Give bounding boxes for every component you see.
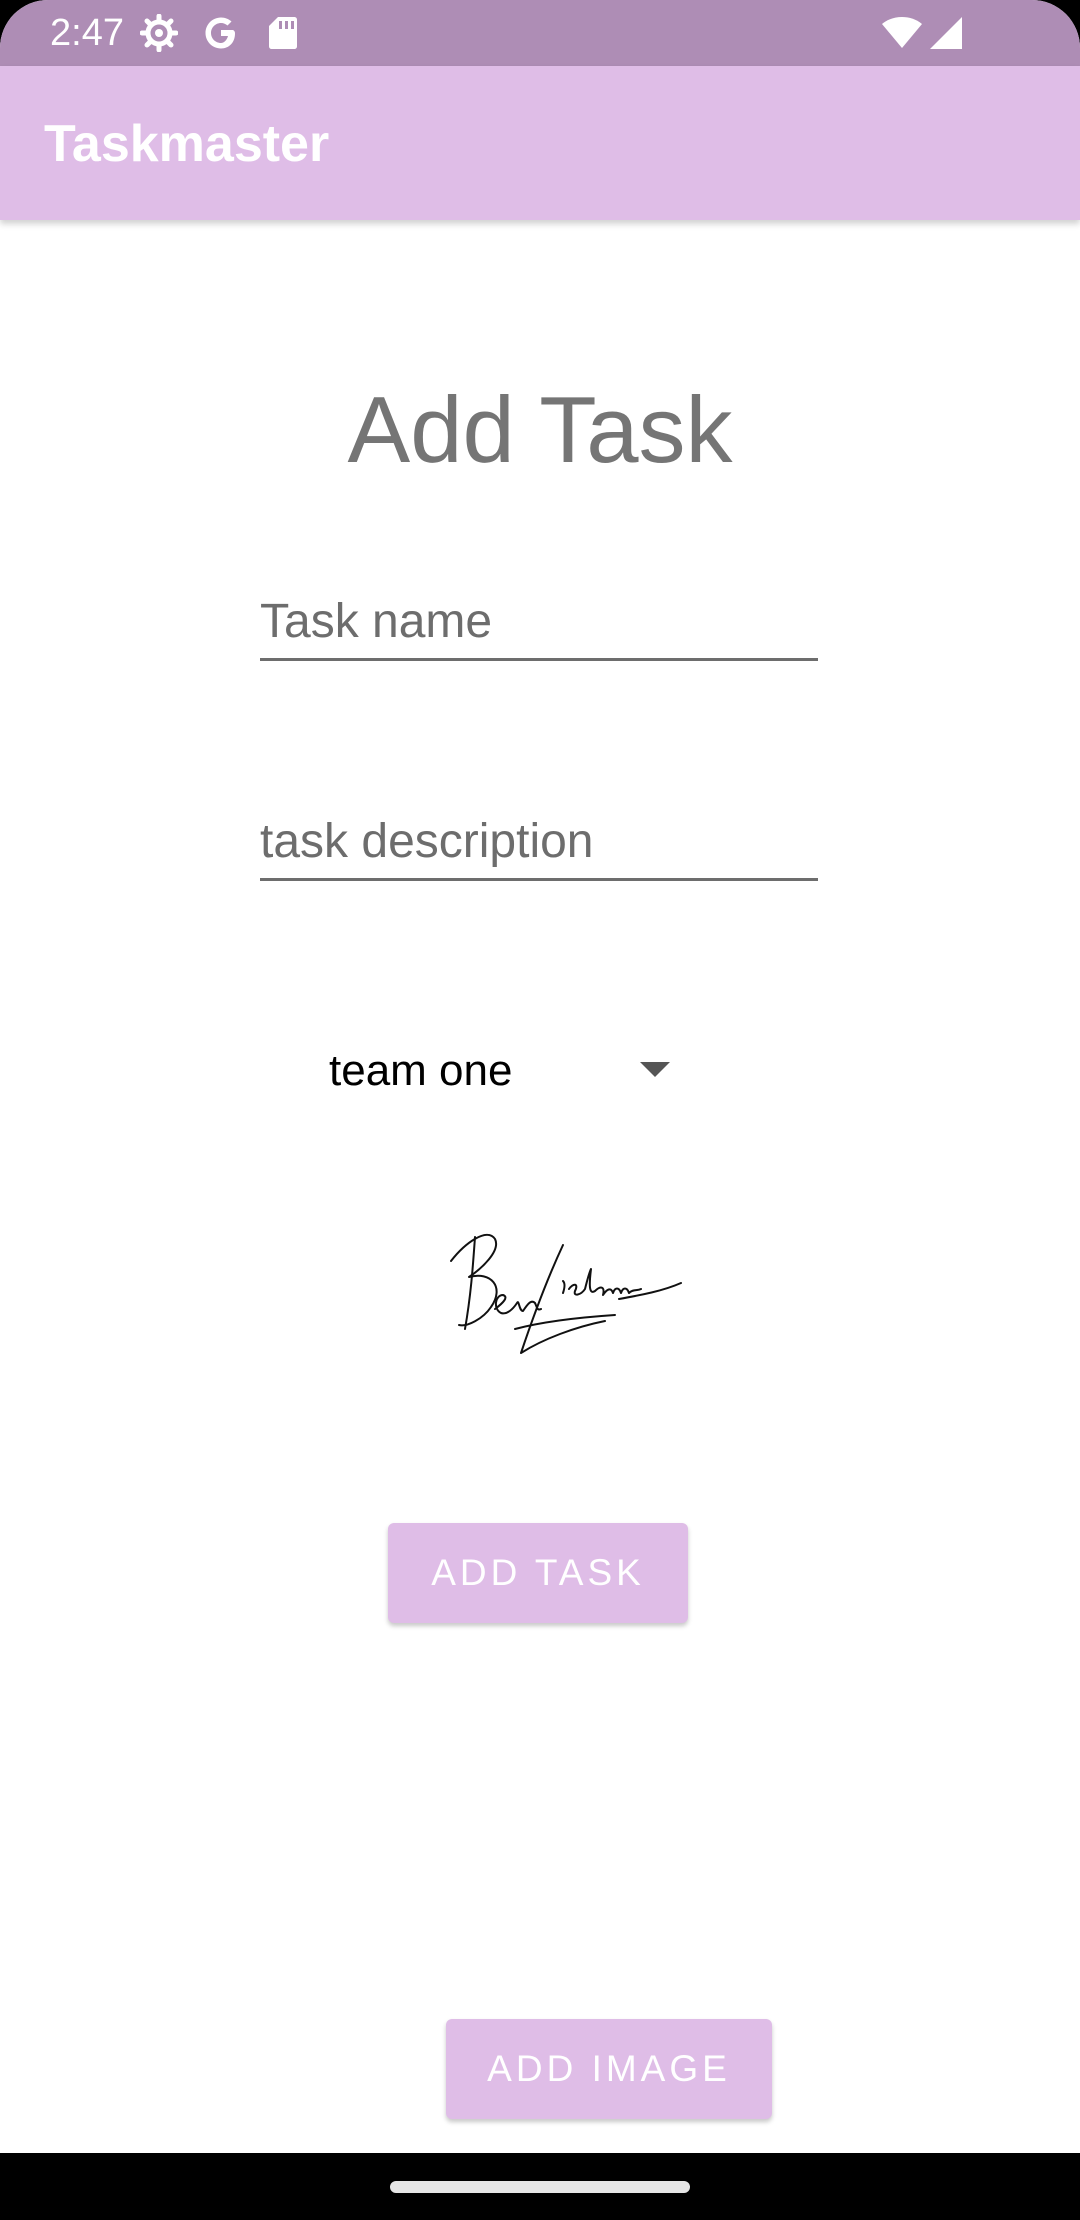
sd-card-icon xyxy=(264,14,302,52)
settings-gear-icon xyxy=(139,13,179,53)
task-description-input[interactable] xyxy=(260,805,818,878)
google-g-icon xyxy=(202,14,240,52)
task-name-input[interactable] xyxy=(260,585,818,658)
cell-signal-icon xyxy=(926,14,966,52)
task-name-field-container xyxy=(260,585,818,661)
home-gesture-handle[interactable] xyxy=(390,2181,690,2193)
app-bar: Taskmaster xyxy=(0,66,1080,220)
navigation-bar xyxy=(0,2153,1080,2220)
add-task-button[interactable]: ADD TASK xyxy=(388,1523,688,1623)
wifi-icon xyxy=(880,14,924,52)
status-time: 2:47 xyxy=(50,12,124,54)
status-bar: 2:47 xyxy=(0,0,1080,66)
task-description-field-container xyxy=(260,805,818,881)
handwritten-signature-icon xyxy=(450,1233,682,1354)
team-dropdown-value: team one xyxy=(329,1046,513,1095)
add-image-button[interactable]: ADD IMAGE xyxy=(446,2019,772,2119)
signature-image[interactable] xyxy=(445,1225,685,1355)
team-dropdown[interactable]: team one xyxy=(312,1035,696,1105)
dropdown-arrow-icon xyxy=(640,1062,670,1077)
app-title: Taskmaster xyxy=(44,115,330,173)
app-screen: 2:47 Taskmaster Add Task Task name task … xyxy=(0,0,1080,2220)
page-title: Add Task xyxy=(347,377,733,482)
